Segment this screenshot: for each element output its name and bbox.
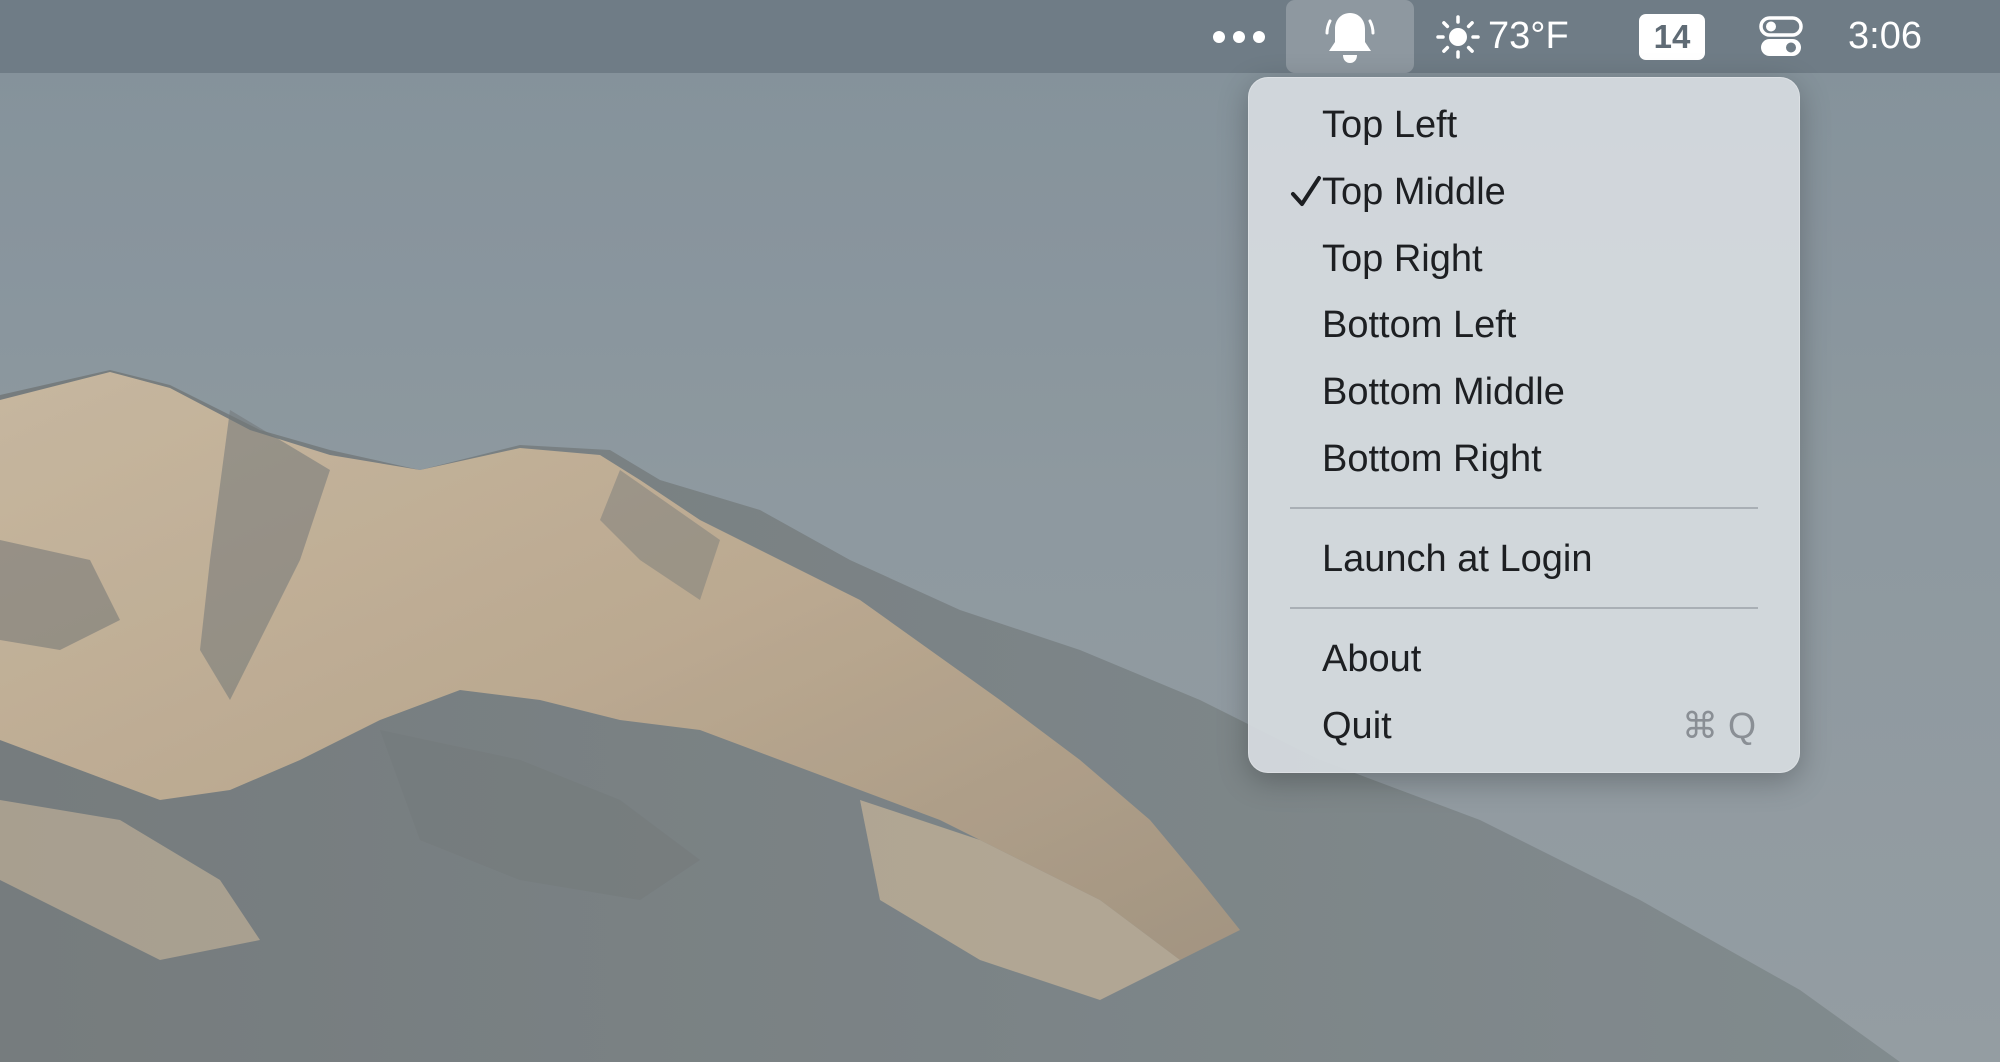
notification-app-menu-button[interactable] — [1286, 0, 1414, 73]
temperature-text: 73°F — [1488, 15, 1569, 57]
menu-item-label: Bottom Middle — [1322, 370, 1565, 413]
sun-icon — [1436, 14, 1480, 59]
menu-item-label: Quit — [1322, 704, 1392, 747]
menu-item-label: Top Middle — [1322, 170, 1506, 213]
calendar-date-button[interactable]: 14 — [1638, 0, 1706, 73]
position-dropdown-menu: Top Left Top Middle Top Right Bottom Lef… — [1248, 77, 1800, 773]
control-center-icon — [1759, 15, 1803, 56]
menu-item-top-middle[interactable]: Top Middle — [1262, 162, 1786, 222]
menu-bar-clock[interactable]: 3:06 — [1848, 0, 1974, 73]
menu-item-label: Top Right — [1322, 237, 1483, 280]
menu-bar: 73°F 14 3:06 — [0, 0, 2000, 73]
date-badge: 14 — [1639, 13, 1705, 60]
control-center-button[interactable] — [1755, 0, 1807, 73]
menu-item-bottom-left[interactable]: Bottom Left — [1262, 295, 1786, 355]
menu-item-about[interactable]: About — [1262, 629, 1786, 689]
weather-widget[interactable]: 73°F — [1436, 0, 1586, 73]
menu-item-top-right[interactable]: Top Right — [1262, 229, 1786, 289]
more-menu-extras-button[interactable] — [1205, 0, 1273, 73]
menu-item-launch-at-login[interactable]: Launch at Login — [1262, 529, 1786, 589]
menu-item-bottom-right[interactable]: Bottom Right — [1262, 429, 1786, 489]
menu-separator — [1290, 607, 1758, 609]
menu-item-label: Launch at Login — [1322, 537, 1593, 580]
command-key-icon: ⌘ — [1681, 705, 1718, 746]
menu-separator — [1290, 507, 1758, 509]
menu-item-quit[interactable]: Quit ⌘ Q — [1262, 696, 1786, 756]
menu-item-top-left[interactable]: Top Left — [1262, 95, 1786, 155]
menu-item-label: Bottom Right — [1322, 437, 1542, 480]
bell-icon — [1325, 12, 1375, 63]
menu-item-bottom-middle[interactable]: Bottom Middle — [1262, 362, 1786, 422]
menu-item-label: About — [1322, 637, 1422, 680]
checkmark-icon — [1291, 176, 1321, 206]
shortcut-key: Q — [1727, 705, 1756, 746]
keyboard-shortcut: ⌘ Q — [1682, 705, 1756, 747]
ellipsis-icon — [1213, 30, 1265, 43]
menu-item-label: Bottom Left — [1322, 303, 1517, 346]
menu-item-label: Top Left — [1322, 103, 1458, 146]
